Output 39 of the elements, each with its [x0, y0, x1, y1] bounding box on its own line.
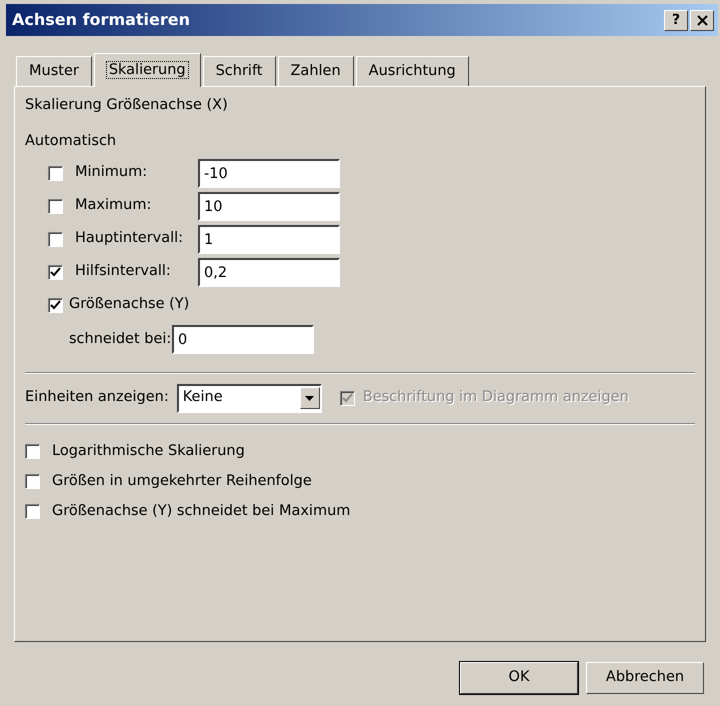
input-field[interactable]: 0	[172, 325, 314, 354]
close-icon	[696, 14, 708, 26]
input-field[interactable]: 1	[198, 224, 340, 254]
checkbox[interactable]	[48, 298, 63, 312]
dropdown[interactable]: Keine	[176, 384, 322, 412]
dialog-button[interactable]: Abbrechen	[586, 662, 704, 694]
field-label: Maximum:	[75, 196, 152, 216]
field-label: Hauptintervall:	[75, 229, 184, 248]
checkbox[interactable]	[25, 444, 40, 459]
field-label: Minimum:	[75, 163, 148, 182]
checkbox[interactable]	[25, 504, 40, 519]
tab[interactable]: Ausrichtung	[356, 56, 469, 86]
field-label: Einheiten anzeigen:	[25, 388, 169, 408]
checkbox[interactable]	[48, 232, 63, 246]
checkbox-label: Beschriftung im Diagramm anzeigen	[362, 388, 629, 408]
checkbox[interactable]	[48, 198, 63, 214]
input-field[interactable]: 10	[198, 192, 340, 220]
tab[interactable]: Skalierung	[94, 53, 201, 87]
tab[interactable]: Zahlen	[278, 56, 354, 86]
tab[interactable]: Schrift	[202, 56, 276, 86]
checkbox-label: Logarithmische Skalierung	[52, 442, 245, 461]
field-label: Größenachse (Y)	[69, 295, 190, 314]
tab[interactable]: Muster	[16, 56, 92, 86]
checkbox-label: Größen in umgekehrter Reihenfolge	[52, 472, 312, 491]
input-field[interactable]: 0,2	[198, 258, 340, 286]
input-field[interactable]: -10	[198, 158, 340, 188]
field-label: schneidet bei:	[69, 330, 172, 349]
window-title: Achsen formatieren	[12, 9, 192, 31]
checkbox-label: Größenachse (Y) schneidet bei Maximum	[52, 502, 350, 521]
checkbox[interactable]	[48, 166, 63, 180]
help-button[interactable]: ?	[664, 10, 688, 30]
group-heading: Automatisch	[25, 132, 118, 151]
field-label: Hilfsintervall:	[75, 262, 172, 282]
dialog-button[interactable]: OK	[460, 662, 578, 694]
close-button[interactable]	[690, 10, 714, 30]
checkbox[interactable]	[25, 474, 40, 489]
dropdown-value: Keine	[182, 388, 223, 408]
section-heading: Skalierung Größenachse (X)	[25, 96, 229, 115]
checkbox[interactable]	[48, 264, 63, 280]
